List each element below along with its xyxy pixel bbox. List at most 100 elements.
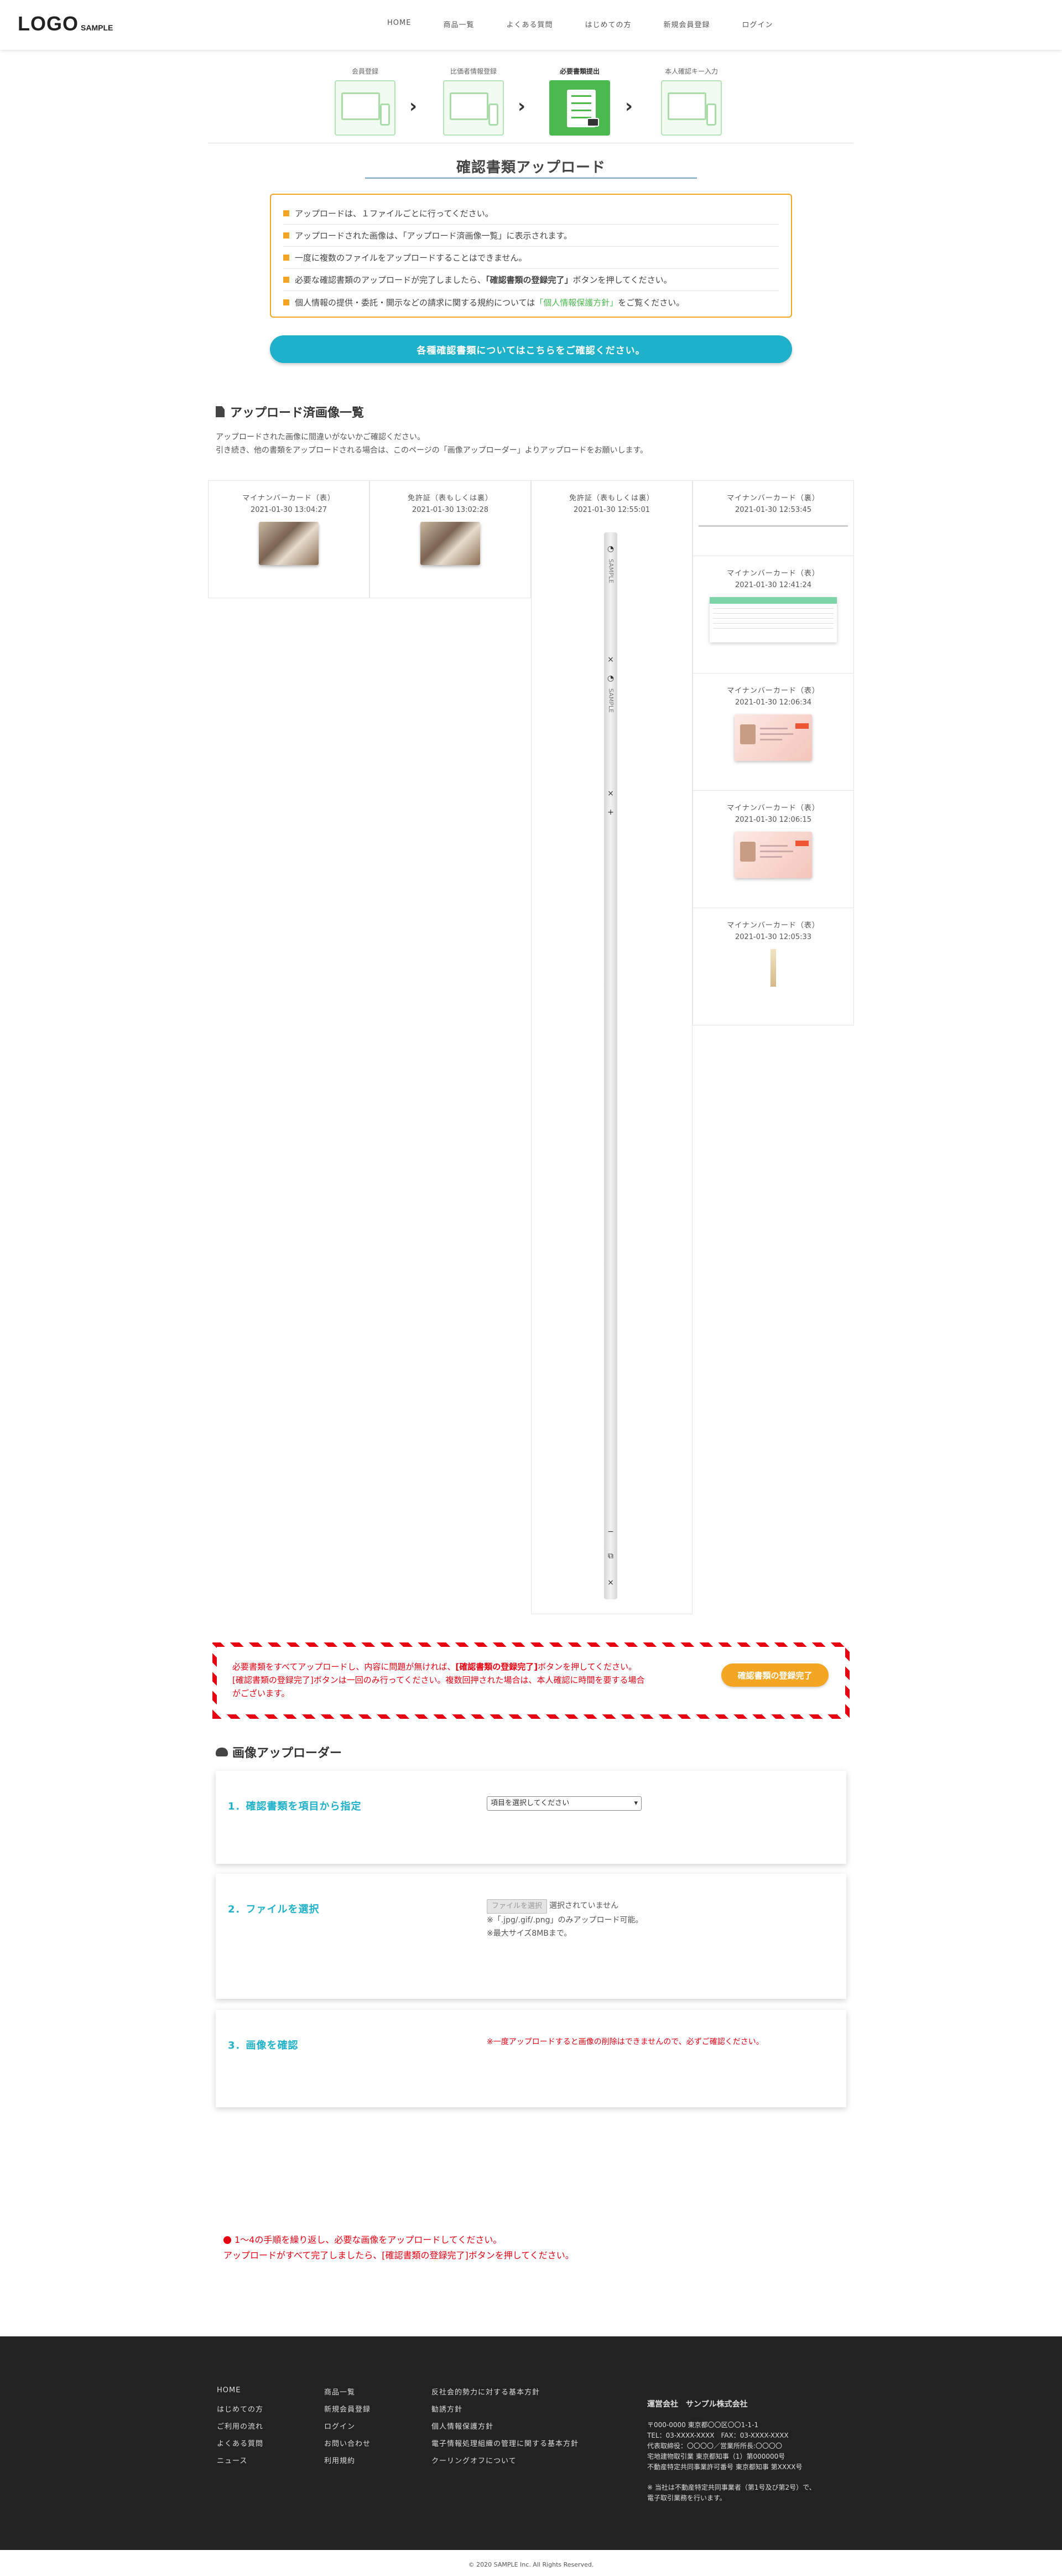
company-name: 運営会社 サンプル株式会社 bbox=[647, 2400, 748, 2409]
footer-link[interactable]: よくある質問 bbox=[217, 2438, 263, 2455]
grid-column: 免許証（表もしくは裏） 2021-01-30 13:02:28 bbox=[369, 481, 531, 598]
main-nav: HOME 商品一覧 よくある質問 はじめての方 新規会員登録 ログイン bbox=[387, 19, 805, 29]
notice-item: アップロードは、１ファイルごとに行ってください。 bbox=[283, 203, 779, 225]
register-icon bbox=[335, 80, 395, 136]
card-title: マイナンバーカード（表） bbox=[727, 687, 820, 695]
step-label: 1．確認書類を項目から指定 bbox=[228, 1801, 362, 1812]
key-entry-icon bbox=[661, 80, 722, 136]
company-line: 〒000-0000 東京都〇〇区〇〇1-1-1 bbox=[647, 2421, 759, 2429]
nav-register[interactable]: 新規会員登録 bbox=[664, 19, 710, 29]
cloud-upload-icon bbox=[216, 1748, 228, 1756]
watermark-text: SAMPLE bbox=[607, 688, 615, 713]
notice-item: 個人情報の提供・委託・開示などの請求に関する規約については「個人情報保護方針」を… bbox=[283, 291, 779, 313]
footer-link[interactable]: 新規会員登録 bbox=[324, 2403, 371, 2420]
document-type-select[interactable]: 項目を選択してください ▾ bbox=[487, 1796, 642, 1811]
privacy-policy-link[interactable]: 「個人情報保護方針」 bbox=[535, 298, 618, 308]
card-title: 免許証（表もしくは裏） bbox=[407, 494, 493, 502]
card-title: 免許証（表もしくは裏） bbox=[569, 494, 654, 502]
nav-faq[interactable]: よくある質問 bbox=[506, 19, 553, 29]
file-status: 選択されていません bbox=[549, 1901, 619, 1910]
nav-login[interactable]: ログイン bbox=[742, 19, 773, 29]
image-thumbnail[interactable] bbox=[420, 522, 480, 565]
footer-col-1: HOME はじめての方 ご利用の流れ よくある質問 ニュース bbox=[217, 2386, 263, 2472]
step-1: 会員登録 bbox=[326, 66, 404, 136]
image-thumbnail[interactable] bbox=[710, 597, 837, 642]
uploaded-description: アップロードされた画像に間違いがないかご確認ください。 引き続き、他の書類をアッ… bbox=[216, 431, 648, 457]
footer-link[interactable]: 利用規約 bbox=[324, 2455, 371, 2472]
nav-products[interactable]: 商品一覧 bbox=[443, 19, 474, 29]
image-thumbnail[interactable] bbox=[735, 714, 812, 761]
desc-line: 引き続き、他の書類をアップロードされる場合は、このページの「画像アップローダー」… bbox=[216, 446, 648, 455]
footer-link[interactable]: お問い合わせ bbox=[324, 2438, 371, 2455]
notice-item: 一度に複数のファイルをアップロードすることはできません。 bbox=[283, 247, 779, 269]
image-viewer[interactable]: ◔ SAMPLE × ◔ SAMPLE × + − ⧉ × bbox=[604, 532, 617, 1599]
bullet-icon bbox=[283, 277, 289, 283]
footer-link[interactable]: 反社会的勢力に対する基本方針 bbox=[431, 2386, 579, 2403]
footer-link[interactable]: ニュース bbox=[217, 2455, 263, 2472]
image-card[interactable]: マイナンバーカード（表） 2021-01-30 13:04:27 bbox=[208, 481, 369, 598]
image-card[interactable]: マイナンバーカード（裏） 2021-01-30 12:53:45 bbox=[693, 481, 854, 556]
step-4: 本人確認キー入力 bbox=[653, 66, 730, 136]
image-card[interactable]: マイナンバーカード（表） 2021-01-30 12:06:34 bbox=[693, 673, 854, 791]
company-note: ※ 当社は不動産特定共同事業者（第1号及び第2号）で、 bbox=[647, 2484, 816, 2491]
image-card[interactable]: 免許証（表もしくは裏） 2021-01-30 13:02:28 bbox=[369, 481, 531, 598]
bullet-icon bbox=[283, 255, 289, 261]
step-4-label: 本人確認キー入力 bbox=[664, 68, 718, 75]
logo[interactable]: LOGO SAMPLE bbox=[18, 12, 113, 35]
footer-col-3: 反社会的勢力に対する基本方針 勧誘方針 個人情報保護方針 電子情報処理組織の管理… bbox=[431, 2386, 579, 2472]
footer-link[interactable]: はじめての方 bbox=[217, 2403, 263, 2420]
footer-link[interactable]: クーリングオフについて bbox=[431, 2455, 579, 2472]
nav-beginners[interactable]: はじめての方 bbox=[585, 19, 631, 29]
image-thumbnail[interactable] bbox=[699, 525, 848, 527]
close-icon[interactable]: × bbox=[604, 655, 617, 664]
footer-link[interactable]: 個人情報保護方針 bbox=[431, 2420, 579, 2438]
image-thumbnail[interactable] bbox=[771, 949, 776, 987]
company-line: 不動産特定共同事業許可番号 東京都知事 第XXXX号 bbox=[647, 2463, 803, 2471]
rotate-icon[interactable]: ◔ bbox=[604, 545, 617, 553]
rotate-icon[interactable]: ◔ bbox=[604, 674, 617, 683]
step-3-label: 必要書類提出 bbox=[559, 68, 600, 75]
company-info: 運営会社 サンプル株式会社 〒000-0000 東京都〇〇区〇〇1-1-1 TE… bbox=[647, 2399, 816, 2504]
image-thumbnail[interactable] bbox=[259, 522, 319, 565]
card-date: 2021-01-30 13:02:28 bbox=[412, 506, 489, 514]
zoom-in-icon[interactable]: + bbox=[604, 808, 617, 817]
site-footer: HOME はじめての方 ご利用の流れ よくある質問 ニュース 商品一覧 新規会員… bbox=[0, 2336, 1062, 2550]
image-card[interactable]: マイナンバーカード（表） 2021-01-30 12:05:33 bbox=[693, 908, 854, 1025]
fullscreen-icon[interactable]: ⧉ bbox=[604, 1552, 617, 1561]
card-title: マイナンバーカード（表） bbox=[727, 569, 820, 578]
footer-link[interactable]: ご利用の流れ bbox=[217, 2420, 263, 2438]
image-card[interactable]: マイナンバーカード（表） 2021-01-30 12:41:24 bbox=[693, 556, 854, 673]
form-icon bbox=[443, 80, 504, 136]
card-date: 2021-01-30 12:55:01 bbox=[573, 506, 650, 514]
close-icon[interactable]: × bbox=[604, 789, 617, 798]
bullet-icon bbox=[283, 232, 289, 239]
notice-item: アップロードされた画像は、「アップロード済画像一覧」に表示されます。 bbox=[283, 225, 779, 247]
document-info-button[interactable]: 各種確認書類についてはこちらをご確認ください。 bbox=[270, 335, 792, 363]
progress-steps: 会員登録 › 比価者情報登録 › 必要書類提出 › 本人確認キー入力 bbox=[326, 66, 736, 138]
file-icon bbox=[216, 406, 225, 417]
footer-link[interactable]: ログイン bbox=[324, 2420, 371, 2438]
title-underline bbox=[365, 177, 697, 179]
desc-line: アップロードされた画像に間違いがないかご確認ください。 bbox=[216, 433, 425, 442]
card-title: マイナンバーカード（表） bbox=[242, 494, 335, 502]
card-date: 2021-01-30 12:53:45 bbox=[735, 506, 812, 514]
footer-link[interactable]: HOME bbox=[217, 2386, 263, 2403]
copyright: © 2020 SAMPLE Inc. All Rights Reserved. bbox=[0, 2550, 1062, 2576]
image-thumbnail[interactable] bbox=[735, 832, 812, 878]
zoom-out-icon[interactable]: − bbox=[604, 1527, 617, 1536]
file-select-button[interactable]: ファイルを選択 bbox=[487, 1899, 548, 1914]
nav-home[interactable]: HOME bbox=[387, 19, 411, 29]
step-label: 2．ファイルを選択 bbox=[228, 1904, 320, 1915]
document-upload-icon bbox=[549, 80, 610, 136]
footer-link[interactable]: 商品一覧 bbox=[324, 2386, 371, 2403]
bottom-instructions: 1〜4の手順を繰り返し、必要な画像をアップロードしてください。 アップロードがす… bbox=[223, 2235, 574, 2261]
step-1-label: 会員登録 bbox=[351, 68, 378, 75]
image-card[interactable]: マイナンバーカード（表） 2021-01-30 12:06:15 bbox=[693, 791, 854, 908]
card-date: 2021-01-30 12:06:15 bbox=[735, 816, 812, 824]
close-icon[interactable]: × bbox=[604, 1578, 617, 1587]
registration-complete-button[interactable]: 確認書類の登録完了 bbox=[721, 1663, 829, 1687]
company-note: 電子取引業務を行います。 bbox=[647, 2494, 726, 2502]
footer-link[interactable]: 電子情報処理組織の管理に関する基本方針 bbox=[431, 2438, 579, 2455]
footer-link[interactable]: 勧誘方針 bbox=[431, 2403, 579, 2420]
watermark-text: SAMPLE bbox=[607, 559, 615, 583]
